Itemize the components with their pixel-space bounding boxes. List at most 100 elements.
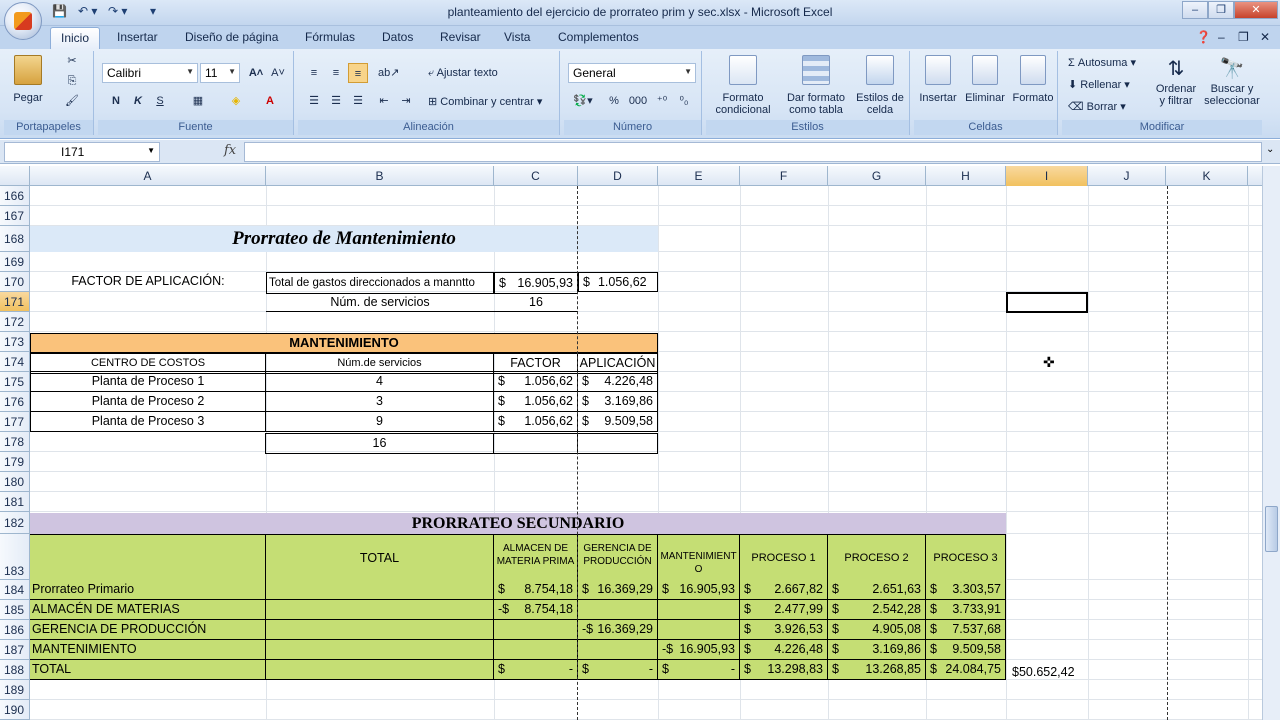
row-header[interactable]: 186: [0, 620, 30, 640]
format-as-table-button[interactable]: Dar formato como tabla: [780, 55, 852, 116]
fill-color-icon[interactable]: ◈: [226, 91, 246, 111]
borders-icon[interactable]: ▦: [188, 91, 208, 111]
tab-inicio[interactable]: Inicio: [50, 27, 101, 49]
name-box[interactable]: I171 ▼: [4, 142, 160, 162]
col-header-d[interactable]: D: [578, 166, 658, 186]
scroll-thumb[interactable]: [1265, 506, 1278, 552]
sort-filter-button[interactable]: ⇅ Ordenar y filtrar: [1150, 55, 1202, 107]
orientation-icon[interactable]: ab↗: [378, 63, 399, 83]
row-header[interactable]: 169: [0, 252, 30, 272]
wrap-text-button[interactable]: ⤶ Ajustar texto: [428, 67, 548, 79]
tab-datos[interactable]: Datos: [382, 30, 413, 44]
format-painter-icon[interactable]: 🖌: [62, 95, 82, 107]
row-header[interactable]: 179: [0, 452, 30, 472]
ribbon-close-icon[interactable]: ✕: [1260, 30, 1270, 44]
delete-cells-button[interactable]: Eliminar: [962, 55, 1008, 104]
row-header[interactable]: 175: [0, 372, 30, 392]
row-header[interactable]: 184: [0, 580, 30, 600]
expand-formula-icon[interactable]: ⌄: [1266, 144, 1274, 155]
row-header[interactable]: 176: [0, 392, 30, 412]
tab-vista[interactable]: Vista: [504, 30, 530, 44]
decrease-indent-icon[interactable]: ⇤: [374, 91, 394, 111]
col-header-a[interactable]: A: [30, 166, 266, 186]
formula-input[interactable]: [244, 142, 1262, 162]
active-cell-i171[interactable]: [1006, 292, 1088, 313]
row-header[interactable]: 171: [0, 292, 30, 312]
row-header[interactable]: 182: [0, 512, 30, 534]
col-header-k[interactable]: K: [1166, 166, 1248, 186]
minimize-button[interactable]: –: [1182, 1, 1208, 19]
help-icon[interactable]: ❓: [1196, 30, 1211, 44]
row-header[interactable]: 181: [0, 492, 30, 512]
autosum-button[interactable]: Σ Autosuma ▾: [1068, 57, 1158, 69]
row-header[interactable]: 185: [0, 600, 30, 620]
increase-decimal-icon[interactable]: ⁺⁰: [652, 91, 672, 111]
tab-diseno[interactable]: Diseño de página: [185, 30, 278, 44]
grow-font-icon[interactable]: A˄: [246, 63, 266, 83]
increase-indent-icon[interactable]: ⇥: [396, 91, 416, 111]
row-header[interactable]: 178: [0, 432, 30, 452]
col-header-j[interactable]: J: [1088, 166, 1166, 186]
row-header[interactable]: 167: [0, 206, 30, 226]
cut-icon[interactable]: ✂: [62, 55, 82, 67]
align-left-icon[interactable]: ☰: [304, 91, 324, 111]
row-header[interactable]: 173: [0, 332, 30, 352]
restore-button[interactable]: ❐: [1208, 1, 1234, 19]
paste-button[interactable]: Pegar: [8, 55, 48, 104]
row-header[interactable]: 170: [0, 272, 30, 292]
decrease-decimal-icon[interactable]: ⁰₀: [674, 91, 694, 111]
row-header[interactable]: 177: [0, 412, 30, 432]
col-header-b[interactable]: B: [266, 166, 494, 186]
col-header-c[interactable]: C: [494, 166, 578, 186]
row-header[interactable]: 190: [0, 700, 30, 720]
row-header[interactable]: 189: [0, 680, 30, 700]
col-header-f[interactable]: F: [740, 166, 828, 186]
align-right-icon[interactable]: ☰: [348, 91, 368, 111]
office-button[interactable]: [4, 2, 42, 40]
fill-button[interactable]: ⬇ Rellenar ▾: [1068, 79, 1158, 91]
select-all-corner[interactable]: [0, 166, 30, 186]
align-middle-icon[interactable]: ≡: [326, 63, 346, 83]
col-header-e[interactable]: E: [658, 166, 740, 186]
align-top-icon[interactable]: ≡: [304, 63, 324, 83]
vertical-scrollbar[interactable]: [1262, 166, 1280, 720]
row-header[interactable]: 183: [0, 534, 30, 580]
thousands-icon[interactable]: 000: [626, 91, 650, 111]
col-header-g[interactable]: G: [828, 166, 926, 186]
row-header[interactable]: 187: [0, 640, 30, 660]
font-name-combo[interactable]: Calibri ▼: [102, 63, 198, 83]
ribbon-minimize-icon[interactable]: –: [1218, 30, 1225, 44]
copy-icon[interactable]: ⎘: [62, 75, 82, 87]
percent-icon[interactable]: %: [604, 91, 624, 111]
tab-complementos[interactable]: Complementos: [558, 30, 639, 44]
shrink-font-icon[interactable]: A˅: [268, 63, 288, 83]
tab-insertar[interactable]: Insertar: [117, 30, 158, 44]
font-size-combo[interactable]: 11 ▼: [200, 63, 240, 83]
find-select-button[interactable]: 🔭 Buscar y seleccionar: [1202, 55, 1262, 107]
underline-icon[interactable]: S: [150, 91, 170, 111]
clear-button[interactable]: ⌫ Borrar ▾: [1068, 101, 1158, 113]
spreadsheet-grid[interactable]: A B C D E F G H I J K 166 167 168 169 170 171…: [0, 166, 1262, 720]
row-header[interactable]: 174: [0, 352, 30, 372]
fx-icon[interactable]: fx: [224, 143, 236, 158]
merge-center-button[interactable]: ⊞ Combinar y centrar ▾: [428, 96, 558, 108]
col-header-i[interactable]: I: [1006, 166, 1088, 186]
cell-styles-button[interactable]: Estilos de celda: [852, 55, 908, 116]
font-color-icon[interactable]: A: [260, 91, 280, 111]
italic-icon[interactable]: K: [128, 91, 148, 111]
align-center-icon[interactable]: ☰: [326, 91, 346, 111]
tab-formulas[interactable]: Fórmulas: [305, 30, 355, 44]
currency-icon[interactable]: 💱▾: [570, 91, 596, 111]
row-header[interactable]: 166: [0, 186, 30, 206]
bold-icon[interactable]: N: [106, 91, 126, 111]
row-header[interactable]: 172: [0, 312, 30, 332]
conditional-format-button[interactable]: Formato condicional: [708, 55, 778, 116]
row-header[interactable]: 168: [0, 226, 30, 252]
close-button[interactable]: ✕: [1234, 1, 1278, 19]
ribbon-restore-icon[interactable]: ❐: [1238, 30, 1249, 44]
tab-revisar[interactable]: Revisar: [440, 30, 481, 44]
number-format-combo[interactable]: General ▼: [568, 63, 696, 83]
col-header-h[interactable]: H: [926, 166, 1006, 186]
row-header[interactable]: 188: [0, 660, 30, 680]
row-header[interactable]: 180: [0, 472, 30, 492]
